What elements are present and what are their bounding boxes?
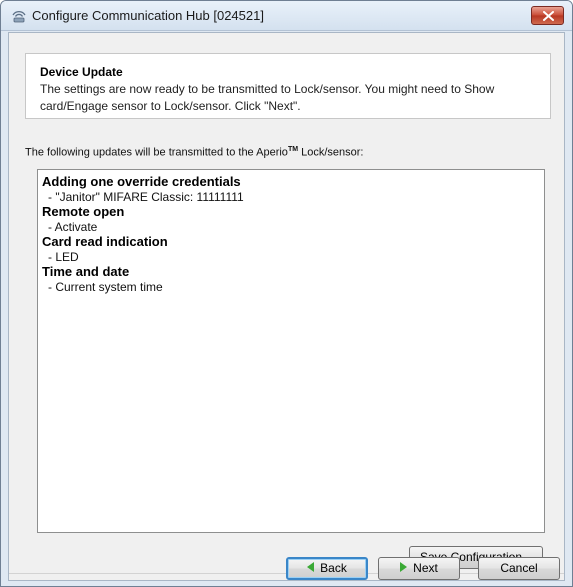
back-button[interactable]: Back bbox=[286, 557, 368, 580]
next-button[interactable]: Next bbox=[378, 557, 460, 580]
next-label: Next bbox=[413, 561, 438, 575]
update-detail: - Current system time bbox=[48, 280, 163, 294]
update-heading: Time and date bbox=[42, 264, 130, 279]
page-description: The settings are now ready to be transmi… bbox=[40, 82, 495, 113]
info-suffix: Lock/sensor: bbox=[298, 146, 364, 159]
wireless-hub-icon bbox=[11, 9, 27, 23]
dialog-window: Configure Communication Hub [024521] Dev… bbox=[0, 0, 573, 587]
window-title: Configure Communication Hub [024521] bbox=[32, 8, 264, 23]
close-button[interactable] bbox=[531, 6, 564, 25]
back-label: Back bbox=[320, 561, 347, 575]
update-heading: Remote open bbox=[42, 204, 125, 219]
dialog-content: Device Update The settings are now ready… bbox=[8, 32, 565, 581]
close-icon bbox=[543, 11, 554, 21]
page-title: Device Update bbox=[40, 65, 123, 79]
update-detail: - Activate bbox=[48, 220, 98, 234]
update-item: Card read indication - LED bbox=[42, 234, 544, 264]
update-heading: Adding one override credentials bbox=[42, 174, 241, 189]
arrow-right-icon bbox=[400, 558, 408, 579]
update-detail: - "Janitor" MIFARE Classic: 11111111 bbox=[48, 190, 244, 204]
update-detail: - LED bbox=[48, 250, 79, 264]
trademark-mark: TM bbox=[287, 146, 299, 153]
cancel-label: Cancel bbox=[500, 561, 538, 575]
cancel-button[interactable]: Cancel bbox=[478, 557, 560, 580]
update-item: Time and date - Current system time bbox=[42, 264, 544, 294]
title-bar[interactable]: Configure Communication Hub [024521] bbox=[1, 1, 572, 31]
update-item: Remote open - Activate bbox=[42, 204, 544, 234]
updates-list[interactable]: Adding one override credentials - "Janit… bbox=[37, 169, 545, 533]
header-panel: Device Update The settings are now ready… bbox=[25, 53, 551, 119]
info-text: The following updates will be transmitte… bbox=[25, 146, 363, 159]
update-heading: Card read indication bbox=[42, 234, 168, 249]
arrow-left-icon bbox=[307, 559, 315, 578]
update-item: Adding one override credentials - "Janit… bbox=[42, 174, 544, 204]
info-prefix: The following updates will be transmitte… bbox=[25, 146, 288, 159]
